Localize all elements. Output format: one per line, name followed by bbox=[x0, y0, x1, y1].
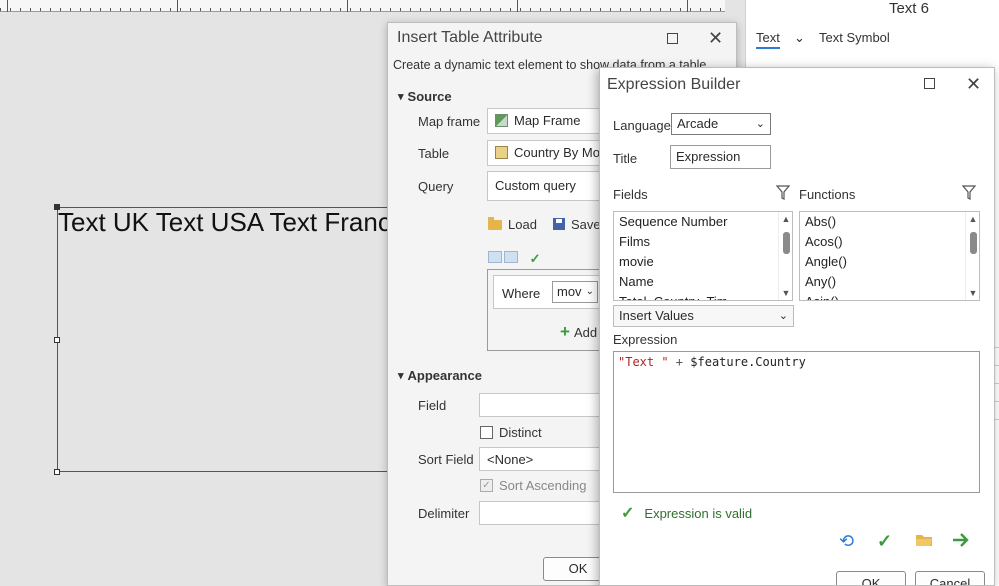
map-frame-label: Map frame bbox=[418, 114, 481, 129]
resize-handle[interactable] bbox=[54, 469, 60, 475]
list-item[interactable]: Angle() bbox=[800, 252, 979, 272]
sort-field-label: Sort Field bbox=[418, 452, 474, 467]
fields-scrollbar[interactable]: ▲ ▼ bbox=[778, 212, 792, 300]
expression-string-token: "Text " bbox=[618, 355, 669, 369]
list-item[interactable]: Asin() bbox=[800, 292, 979, 300]
open-folder-icon[interactable] bbox=[915, 532, 933, 548]
valid-check-icon: ✓ bbox=[621, 505, 635, 522]
expression-operator-token: + bbox=[668, 355, 691, 369]
title-label: Title bbox=[613, 151, 638, 166]
insert-values-select[interactable]: Insert Values ⌄ bbox=[613, 305, 794, 327]
chevron-down-icon: ▾ bbox=[398, 370, 404, 382]
list-item[interactable]: Name bbox=[614, 272, 792, 292]
list-item[interactable]: Abs() bbox=[800, 212, 979, 232]
appearance-section-header[interactable]: ▾ Appearance bbox=[398, 368, 482, 383]
fields-label: Fields bbox=[613, 187, 648, 202]
chevron-down-icon: ▾ bbox=[398, 91, 404, 103]
plus-icon: + bbox=[560, 322, 570, 341]
where-label: Where bbox=[502, 286, 541, 301]
functions-label: Functions bbox=[799, 187, 856, 202]
verify-check-icon[interactable]: ✓ bbox=[877, 532, 892, 550]
expression-editor[interactable]: "Text " + $feature.Country bbox=[613, 351, 980, 493]
expression-variable-token: $feature.Country bbox=[690, 355, 806, 369]
title-input[interactable]: Expression bbox=[670, 145, 771, 169]
chevron-down-icon: ⌄ bbox=[585, 286, 594, 297]
chevron-down-icon[interactable]: ⌄ bbox=[794, 30, 805, 46]
source-section-header[interactable]: ▾ Source bbox=[398, 89, 452, 104]
where-field-select[interactable]: mov ⌄ bbox=[552, 281, 598, 303]
sort-ascending-label: Sort Ascending bbox=[499, 478, 587, 493]
sql-toggle-icon[interactable] bbox=[488, 251, 502, 263]
list-item[interactable]: Any() bbox=[800, 272, 979, 292]
list-item[interactable]: Total_Country_Tim bbox=[614, 292, 792, 300]
expression-label: Expression bbox=[613, 332, 678, 347]
dynamic-text-element[interactable]: Text UK Text USA Text France Te bbox=[58, 207, 440, 238]
filter-icon[interactable] bbox=[962, 185, 976, 201]
list-item[interactable]: Sequence Number bbox=[614, 212, 792, 232]
dialog-title: Expression Builder bbox=[607, 76, 741, 93]
dialog-title: Insert Table Attribute bbox=[397, 29, 543, 46]
tab-text[interactable]: Text bbox=[756, 30, 780, 49]
expression-builder-dialog: Expression Builder ✕ Language Arcade ⌄ Ti… bbox=[599, 67, 995, 586]
clause-toggle-icon[interactable] bbox=[504, 251, 518, 263]
arrow-right-icon[interactable] bbox=[952, 532, 970, 548]
distinct-checkbox[interactable] bbox=[480, 426, 493, 439]
ok-button[interactable]: OK bbox=[836, 571, 906, 585]
chevron-down-icon: ⌄ bbox=[755, 118, 765, 130]
list-item[interactable]: movie bbox=[614, 252, 792, 272]
distinct-label: Distinct bbox=[499, 425, 542, 440]
maximize-icon[interactable] bbox=[924, 78, 935, 89]
table-icon bbox=[495, 146, 508, 159]
folder-icon bbox=[488, 217, 502, 230]
fields-list[interactable]: Sequence Number Films movie Name Total_C… bbox=[613, 211, 793, 301]
validate-check-icon[interactable]: ✓ bbox=[530, 251, 541, 267]
filter-icon[interactable] bbox=[776, 185, 790, 201]
map-frame-icon bbox=[495, 114, 508, 127]
query-label: Query bbox=[418, 179, 454, 194]
resize-handle[interactable] bbox=[54, 337, 60, 343]
query-toolbar: ✓ bbox=[488, 251, 543, 267]
save-icon bbox=[553, 218, 565, 230]
close-icon[interactable]: ✕ bbox=[966, 75, 981, 93]
sort-ascending-checkbox[interactable]: ✓ bbox=[480, 479, 493, 492]
language-select[interactable]: Arcade ⌄ bbox=[671, 113, 771, 135]
chevron-down-icon: ⌄ bbox=[778, 310, 788, 322]
table-label: Table bbox=[418, 146, 450, 161]
functions-list[interactable]: Abs() Acos() Angle() Any() Asin() ▲▼ bbox=[799, 211, 980, 301]
delimiter-label: Delimiter bbox=[418, 506, 470, 521]
text-element-frame[interactable] bbox=[57, 207, 397, 472]
undo-icon[interactable]: ⟲ bbox=[839, 532, 854, 550]
cancel-button[interactable]: Cancel bbox=[915, 571, 985, 585]
tab-text-symbol[interactable]: Text Symbol bbox=[819, 30, 890, 45]
horizontal-ruler bbox=[0, 0, 725, 12]
save-button[interactable]: Save bbox=[553, 217, 601, 232]
functions-scrollbar[interactable]: ▲ ▼ bbox=[965, 212, 979, 300]
validation-status: ✓ Expression is valid bbox=[621, 505, 753, 522]
pane-title: Text 6 bbox=[888, 0, 929, 17]
list-item[interactable]: Films bbox=[614, 232, 792, 252]
maximize-icon[interactable] bbox=[667, 33, 678, 44]
add-clause-button[interactable]: + Add bbox=[560, 322, 597, 342]
language-label: Language bbox=[613, 118, 671, 133]
list-item[interactable]: Acos() bbox=[800, 232, 979, 252]
field-label: Field bbox=[418, 398, 447, 413]
close-icon[interactable]: ✕ bbox=[708, 29, 723, 47]
load-button[interactable]: Load bbox=[488, 217, 537, 232]
